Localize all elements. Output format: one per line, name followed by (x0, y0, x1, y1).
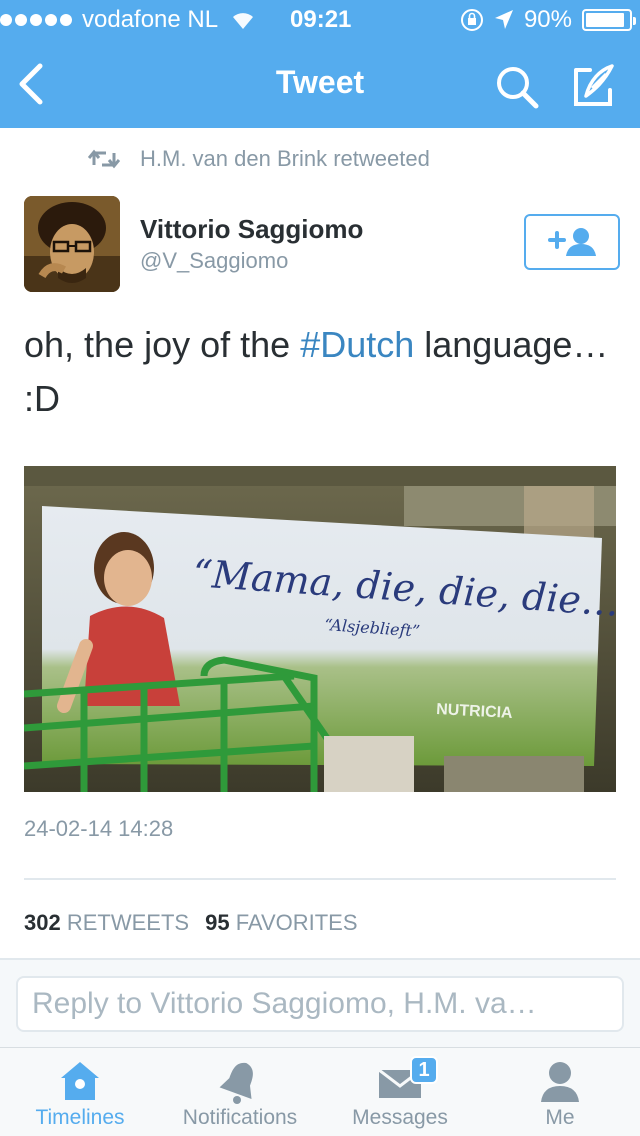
tab-me[interactable]: Me (480, 1048, 640, 1136)
tab-label: Notifications (182, 1106, 298, 1129)
rotation-lock-icon (460, 9, 483, 31)
nav-bar: Tweet (0, 40, 640, 128)
tweet-timestamp: 24-02-14 14:28 (24, 816, 174, 841)
page-title: Tweet (275, 64, 365, 100)
status-left: vodafone NL (0, 6, 256, 34)
tab-messages[interactable]: 1 Messages (320, 1048, 480, 1136)
location-icon (494, 10, 513, 29)
reply-bar: Reply to Vittorio Saggiomo, H.M. va… (0, 960, 640, 1048)
author-handle[interactable]: @V_Saggiomo (140, 248, 288, 274)
tab-label: Me (545, 1106, 575, 1129)
battery-percent: 90% (523, 6, 572, 33)
tab-notifications[interactable]: Notifications (160, 1048, 320, 1136)
follow-button[interactable] (524, 214, 620, 270)
retweet-icon (88, 149, 120, 169)
add-user-icon (548, 228, 596, 256)
clock: 09:21 (290, 6, 352, 33)
bell-icon (219, 1062, 253, 1104)
favorites-label: FAVORITES (235, 910, 358, 935)
retweeted-by-text: H.M. van den Brink retweeted (140, 146, 430, 171)
tweet-stats: 302 RETWEETS 95 FAVORITES (24, 910, 358, 936)
battery-icon (582, 9, 636, 31)
status-right: 90% (460, 6, 636, 34)
retweets-label: RETWEETS (66, 910, 190, 935)
compose-icon[interactable] (570, 62, 618, 110)
divider (24, 878, 616, 880)
tab-bar: Timelines Notifications 1 Messages Me (0, 1048, 640, 1136)
tweet-photo[interactable]: “Mama, die, die, die…” “Alsjeblieft” NUT… (24, 466, 616, 792)
tweet-text: oh, the joy of the #Dutch language… :D (24, 318, 616, 426)
signal-strength-icon (0, 14, 72, 26)
favorites-stat[interactable]: 95 FAVORITES (205, 910, 357, 936)
tab-timelines[interactable]: Timelines (0, 1048, 160, 1136)
wifi-icon (233, 13, 254, 29)
hashtag-link[interactable]: #Dutch (300, 324, 414, 365)
home-icon (61, 1062, 99, 1100)
favorites-count: 95 (205, 910, 230, 935)
avatar[interactable] (24, 196, 120, 292)
retweets-stat[interactable]: 302 RETWEETS (24, 910, 189, 936)
status-bar: vodafone NL 09:21 90% (0, 0, 640, 40)
search-icon[interactable] (494, 64, 540, 110)
retweets-count: 302 (24, 910, 61, 935)
carrier-name: vodafone NL (82, 6, 219, 33)
tab-label: Timelines (35, 1106, 125, 1129)
reply-input[interactable]: Reply to Vittorio Saggiomo, H.M. va… (16, 976, 624, 1032)
author-name[interactable]: Vittorio Saggiomo (140, 214, 363, 245)
messages-badge: 1 (410, 1056, 438, 1084)
tweet-text-before: oh, the joy of the (24, 324, 301, 365)
tab-label: Messages (352, 1106, 448, 1129)
retweeted-by-line[interactable]: H.M. van den Brink retweeted (88, 146, 430, 172)
person-icon (541, 1062, 579, 1102)
